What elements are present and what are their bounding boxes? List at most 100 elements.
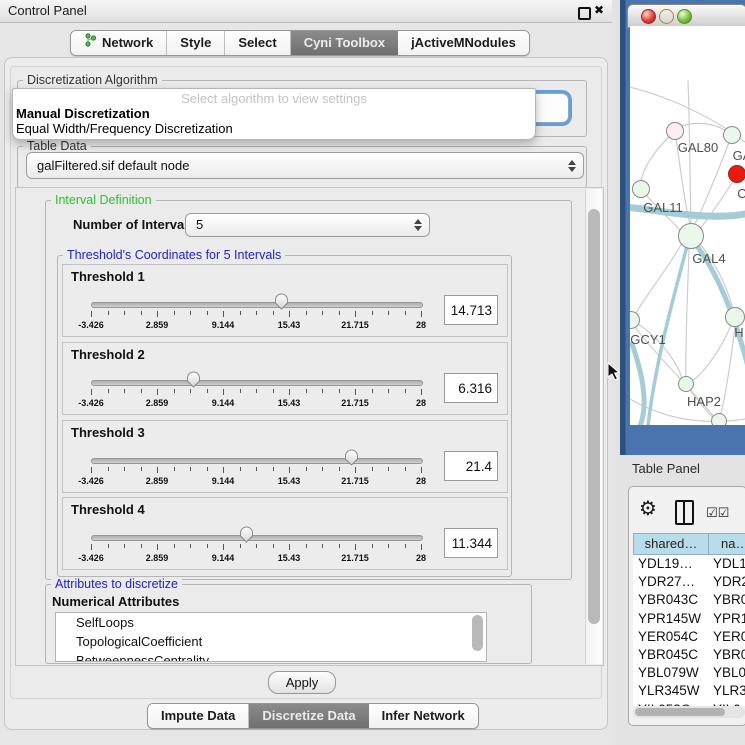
network-node[interactable] [725, 307, 745, 327]
minor-tick [207, 311, 208, 315]
tick-label: 9.144 [212, 553, 235, 563]
tab-label: jActiveMNodules [411, 31, 516, 55]
network-window-titlebar[interactable] [627, 4, 745, 28]
slider-thumb[interactable] [239, 526, 254, 548]
minor-tick [322, 467, 323, 471]
tab-discretize-data[interactable]: Discretize Data [249, 704, 368, 728]
slider-track[interactable] [91, 535, 423, 541]
table-row[interactable]: YBR043CYBR0… [633, 591, 745, 609]
minor-tick [372, 389, 373, 393]
minor-tick [339, 389, 340, 393]
split-columns-icon[interactable] [675, 500, 694, 525]
minor-tick [306, 467, 307, 471]
slider-thumb[interactable] [274, 293, 289, 315]
attribute-item-betweennesscentrality[interactable]: BetweennessCentrality [56, 651, 486, 662]
cell-shared-name: YBL079W [638, 664, 699, 682]
minor-tick [190, 311, 191, 315]
combo-arrows-icon [568, 159, 576, 173]
control-panel-titlebar[interactable]: Control Panel ✖ [0, 0, 612, 23]
minor-tick [124, 389, 125, 393]
horizontal-scrollbar-thumb[interactable] [635, 708, 725, 716]
mac-minimize-icon[interactable] [659, 9, 674, 24]
attribute-item-selfloops[interactable]: SelfLoops [56, 613, 486, 632]
tick-label: 21.715 [341, 553, 369, 563]
slider-track[interactable] [91, 380, 423, 386]
network-node[interactable] [678, 223, 704, 249]
table-data-combo[interactable]: galFiltered.sif default node [26, 152, 584, 179]
table-row[interactable]: YDR27…YDR2… [633, 573, 745, 591]
gear-icon[interactable]: ⚙ [639, 499, 657, 519]
apply-button[interactable]: Apply [268, 671, 336, 694]
tick-label: 15.43 [278, 476, 301, 486]
close-icon[interactable]: ✖ [594, 3, 604, 17]
table-row[interactable]: YER054CYER0… [633, 628, 745, 646]
minor-tick [108, 467, 109, 471]
threshold-value-field[interactable]: 6.316 [444, 373, 498, 403]
minor-tick [240, 467, 241, 471]
list-scrollbar[interactable] [472, 615, 484, 659]
column-header-name[interactable]: na… [708, 533, 745, 555]
minor-tick [306, 389, 307, 393]
cell-name: YBR0… [713, 646, 745, 664]
tick-label: 15.43 [278, 320, 301, 330]
attribute-item-topologicalcoefficient[interactable]: TopologicalCoefficient [56, 632, 486, 651]
minor-tick [207, 389, 208, 393]
tab-network[interactable]: Network [71, 31, 167, 55]
tab-jactivemnodules[interactable]: jActiveMNodules [398, 31, 529, 55]
vertical-scrollbar[interactable] [585, 189, 602, 664]
tab-infer-network[interactable]: Infer Network [369, 704, 478, 728]
list-scrollbar-thumb[interactable] [472, 615, 483, 651]
select-columns-icon[interactable]: ☑☑ [706, 505, 729, 521]
major-tick [421, 544, 422, 550]
tab-label: Select [238, 31, 276, 55]
network-canvas[interactable]: GAL80GACGAL11GAL4GCY1HHAP2 [630, 26, 745, 425]
algorithm-option-manual-discretization[interactable]: Manual Discretization [16, 106, 150, 121]
minor-tick [174, 389, 175, 393]
slider-thumb[interactable] [186, 371, 201, 393]
tab-style[interactable]: Style [167, 31, 225, 55]
major-tick [355, 544, 356, 550]
numerical-attributes-list[interactable]: SelfLoopsTopologicalCoefficientBetweenne… [55, 612, 487, 662]
horizontal-scrollbar[interactable] [633, 706, 745, 718]
table-row[interactable]: YDL19…YDL1… [633, 555, 745, 573]
node-table[interactable]: YDL19…YDL1…YDR27…YDR2…YBR043CYBR0…YPR145… [633, 555, 745, 706]
tick-label: 2.859 [146, 320, 169, 330]
minor-tick [256, 311, 257, 315]
network-node[interactable] [666, 122, 684, 140]
table-row[interactable]: YBR045CYBR0… [633, 646, 745, 664]
tick-label: 9.144 [212, 398, 235, 408]
threshold-value-field[interactable]: 21.4 [444, 451, 498, 481]
network-node[interactable] [632, 180, 650, 198]
network-node[interactable] [723, 126, 741, 144]
minor-tick [372, 544, 373, 548]
table-row[interactable]: YLR345WYLR3… [633, 682, 745, 700]
number-of-intervals-combo[interactable]: 5 [185, 213, 430, 237]
slider-track[interactable] [91, 458, 423, 464]
threshold-value-field[interactable]: 11.344 [444, 528, 498, 558]
minor-tick [141, 389, 142, 393]
tab-impute-data[interactable]: Impute Data [148, 704, 249, 728]
major-tick [91, 544, 92, 550]
network-node[interactable] [678, 376, 694, 392]
slider-thumb[interactable] [344, 449, 359, 471]
tab-select[interactable]: Select [225, 31, 290, 55]
node-label-h: H [734, 325, 743, 340]
float-window-icon[interactable] [578, 7, 591, 20]
table-row[interactable]: YPR145WYPR1… [633, 610, 745, 628]
mac-close-icon[interactable] [641, 9, 656, 24]
cell-name: YDL1… [713, 555, 745, 573]
algorithm-hint: Select algorithm to view settings [13, 91, 535, 106]
vertical-scrollbar-thumb[interactable] [588, 209, 600, 624]
algorithm-option-equal-width-frequency-discretization[interactable]: Equal Width/Frequency Discretization [16, 121, 233, 136]
threshold-value-field[interactable]: 14.713 [444, 295, 498, 325]
table-row[interactable]: YBL079WYBL0… [633, 664, 745, 682]
column-header-shared-name[interactable]: shared… [633, 533, 709, 555]
minor-tick [207, 467, 208, 471]
slider-track[interactable] [91, 302, 423, 308]
node-label-c: C [737, 186, 745, 201]
network-node[interactable] [728, 165, 745, 183]
tab-cyni-toolbox[interactable]: Cyni Toolbox [291, 31, 398, 55]
network-node[interactable] [711, 413, 727, 425]
tick-label: 21.715 [341, 320, 369, 330]
mac-zoom-icon[interactable] [677, 9, 692, 24]
